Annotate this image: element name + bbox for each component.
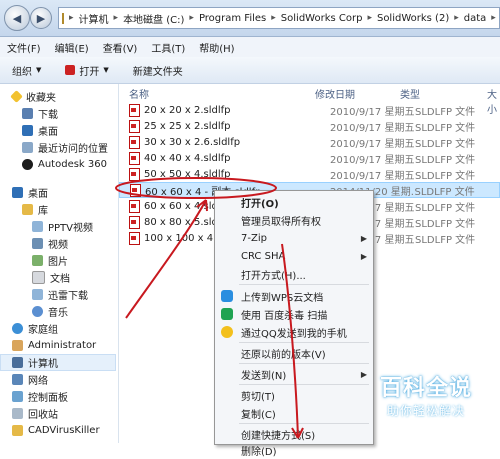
annotation-arrow-up <box>125 199 207 319</box>
menu-item-delete[interactable]: 删除(D) <box>215 441 373 459</box>
highlight-ellipse <box>115 177 277 199</box>
watermark-subtitle: 助你轻松解决 <box>386 404 465 418</box>
watermark-title: 百科全说 <box>379 376 472 401</box>
annotation-arrow-down <box>281 243 299 439</box>
watermark: 百科全说 助你轻松解决 <box>356 370 496 418</box>
